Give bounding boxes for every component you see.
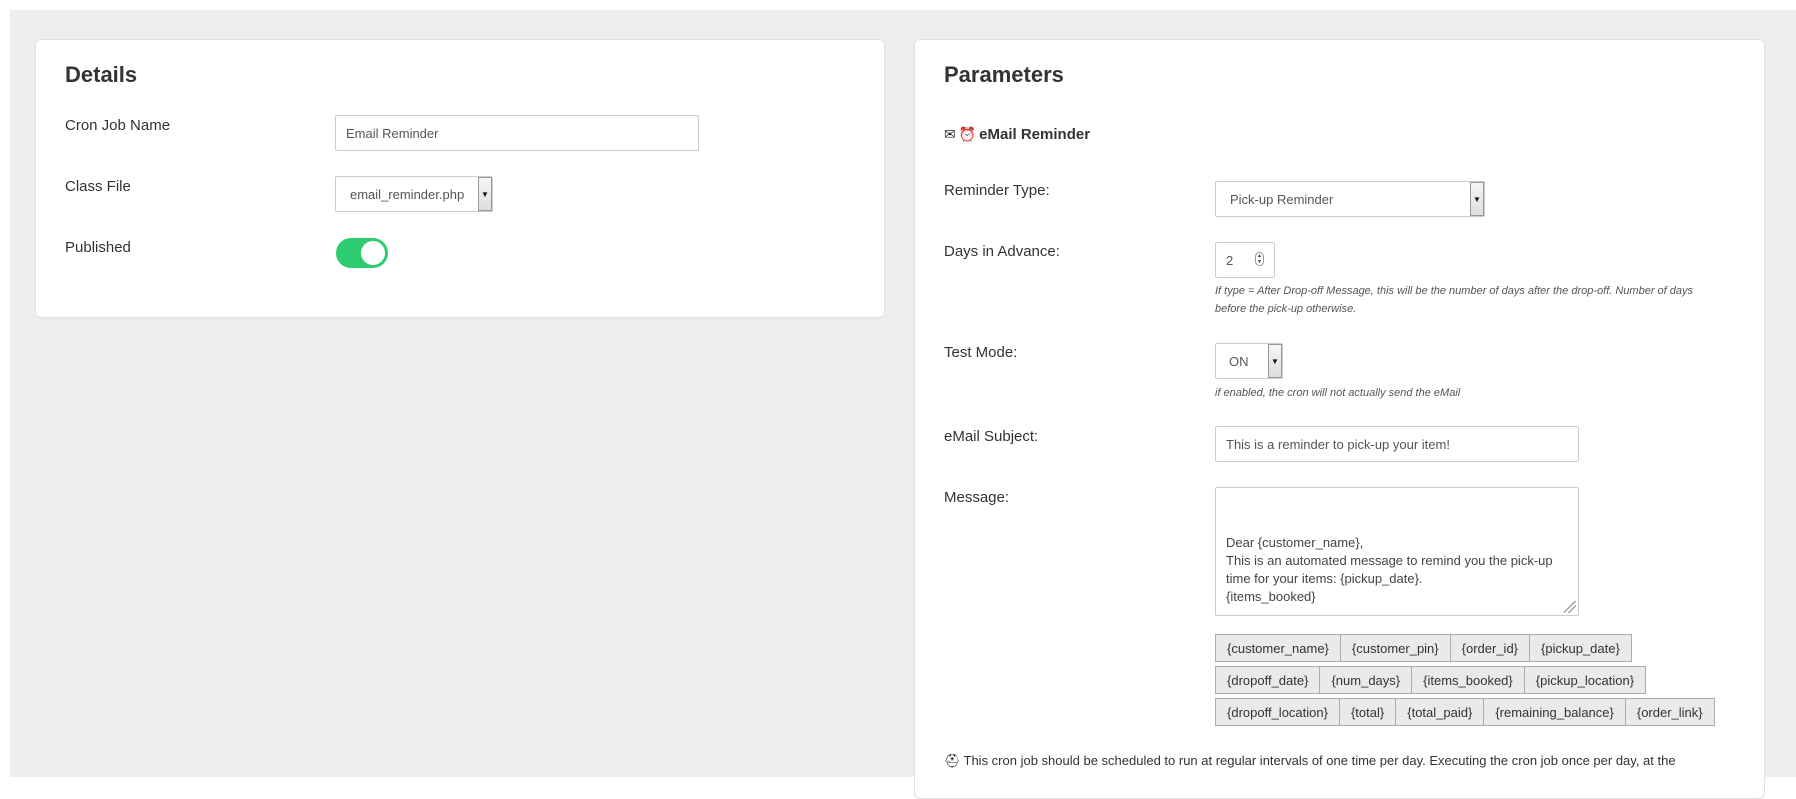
chevron-down-icon: ▼ <box>478 177 492 211</box>
reminder-type-label: Reminder Type: <box>944 182 1050 199</box>
tag-order-link-button[interactable]: {order_link} <box>1624 698 1715 726</box>
tag-row-1: {customer_name} {customer_pin} {order_id… <box>1215 634 1632 662</box>
cron-job-name-input[interactable]: Email Reminder <box>335 115 699 151</box>
envelope-icon: ✉ <box>944 126 956 142</box>
tag-pickup-date-button[interactable]: {pickup_date} <box>1529 634 1632 662</box>
tag-num-days-button[interactable]: {num_days} <box>1319 666 1413 694</box>
cron-job-name-value: Email Reminder <box>346 125 439 141</box>
test-mode-value: ON <box>1229 353 1249 369</box>
tag-dropoff-location-button[interactable]: {dropoff_location} <box>1215 698 1340 726</box>
published-toggle[interactable] <box>336 238 388 268</box>
tag-items-booked-button[interactable]: {items_booked} <box>1411 666 1525 694</box>
reminder-type-value: Pick-up Reminder <box>1230 191 1334 207</box>
class-file-value: email_reminder.php <box>350 186 465 202</box>
cron-job-name-label: Cron Job Name <box>65 117 171 134</box>
email-subject-value: This is a reminder to pick-up your item! <box>1226 436 1450 452</box>
toggle-knob <box>361 241 385 265</box>
message-label: Message: <box>944 489 1010 506</box>
email-reminder-heading: ✉ ⏰ eMail Reminder <box>944 126 1090 143</box>
tag-customer-name-button[interactable]: {customer_name} <box>1215 634 1341 662</box>
tag-order-id-button[interactable]: {order_id} <box>1449 634 1531 662</box>
tag-dropoff-date-button[interactable]: {dropoff_date} <box>1215 666 1321 694</box>
published-label: Published <box>65 239 131 256</box>
parameters-card: Parameters ✉ ⏰ eMail Reminder Reminder T… <box>914 39 1765 799</box>
details-card: Details Cron Job Name Email Reminder Cla… <box>35 39 885 318</box>
schedule-note: ⛑ This cron job should be scheduled to ru… <box>944 752 1676 770</box>
spinner-icon[interactable]: ▲ ▼ <box>1255 252 1264 266</box>
test-mode-help: if enabled, the cron will not actually s… <box>1215 387 1461 399</box>
tag-row-3: {dropoff_location} {total} {total_paid} … <box>1215 698 1715 726</box>
tag-row-2: {dropoff_date} {num_days} {items_booked}… <box>1215 666 1647 694</box>
chevron-down-icon: ▼ <box>1470 182 1484 216</box>
email-subject-label: eMail Subject: <box>944 428 1039 445</box>
days-help-line-2: before the pick-up otherwise. <box>1215 303 1357 315</box>
lifebuoy-icon: ⛑ <box>944 753 961 768</box>
message-textarea[interactable]: Dear {customer_name}, This is an automat… <box>1215 487 1579 616</box>
class-file-label: Class File <box>65 178 131 195</box>
days-in-advance-input[interactable]: 2 ▲ ▼ <box>1215 242 1275 278</box>
details-title: Details <box>65 62 138 87</box>
tag-total-button[interactable]: {total} <box>1338 698 1397 726</box>
alarm-clock-icon: ⏰ <box>958 126 977 142</box>
message-text: Dear {customer_name}, This is an automat… <box>1226 535 1553 604</box>
chevron-down-icon: ▼ <box>1268 344 1282 378</box>
days-help-text: If type = After Drop-off Message, this w… <box>1215 282 1755 318</box>
reminder-type-select[interactable]: Pick-up Reminder ▼ <box>1215 181 1485 217</box>
tag-pickup-location-button[interactable]: {pickup_location} <box>1523 666 1647 694</box>
days-help-line-1: If type = After Drop-off Message, this w… <box>1215 285 1694 297</box>
test-mode-select[interactable]: ON ▼ <box>1215 343 1283 379</box>
days-value: 2 <box>1226 252 1234 268</box>
days-in-advance-label: Days in Advance: <box>944 243 1060 260</box>
test-mode-label: Test Mode: <box>944 344 1018 361</box>
resize-handle-icon[interactable] <box>1564 601 1576 613</box>
section-heading-text: eMail Reminder <box>979 126 1091 143</box>
tag-remaining-balance-button[interactable]: {remaining_balance} <box>1483 698 1626 726</box>
class-file-select[interactable]: email_reminder.php ▼ <box>335 176 493 212</box>
parameters-title: Parameters <box>944 62 1064 87</box>
schedule-note-text: This cron job should be scheduled to run… <box>963 753 1676 768</box>
email-subject-input[interactable]: This is a reminder to pick-up your item! <box>1215 426 1579 462</box>
tag-customer-pin-button[interactable]: {customer_pin} <box>1339 634 1451 662</box>
tag-total-paid-button[interactable]: {total_paid} <box>1395 698 1485 726</box>
